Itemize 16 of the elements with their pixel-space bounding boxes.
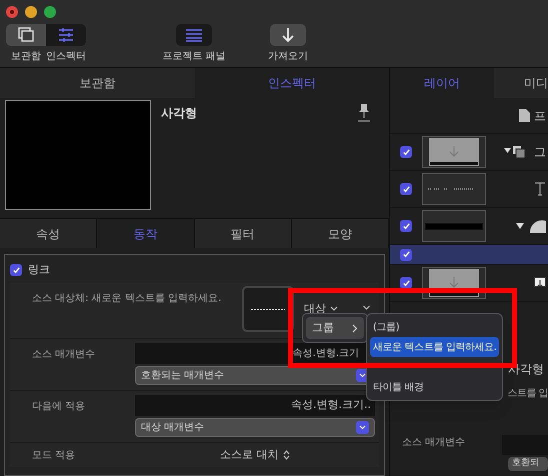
parameter-label: 소스 매개변수 xyxy=(401,436,466,450)
layer-name: 프 xyxy=(534,108,546,124)
layer-title: 사각형 xyxy=(508,361,544,378)
toolbar-label: 보관함 xyxy=(11,50,41,64)
link-label: 링크 xyxy=(28,262,50,278)
source-object-label: 소스 대상체: 새로운 텍스트를 입력하세요. xyxy=(32,292,222,306)
object-name: 사각형 xyxy=(161,105,197,122)
parameter-label: 모드 적용 xyxy=(31,448,76,462)
toolbar-label: 인스펙터 xyxy=(46,50,86,64)
parameter-field: 속성.변형.크기.. xyxy=(135,395,375,416)
layer-subtitle: 스트를 입 xyxy=(507,387,548,401)
parameter-label: 다음에 적용 xyxy=(31,400,86,414)
toolbar-label: 가져오기 xyxy=(268,50,308,64)
parameter-label: 소스 매개변수 xyxy=(31,348,96,362)
layer-name: 그 xyxy=(534,144,546,161)
toolbar-label: 프로젝트 패널 xyxy=(162,50,226,64)
